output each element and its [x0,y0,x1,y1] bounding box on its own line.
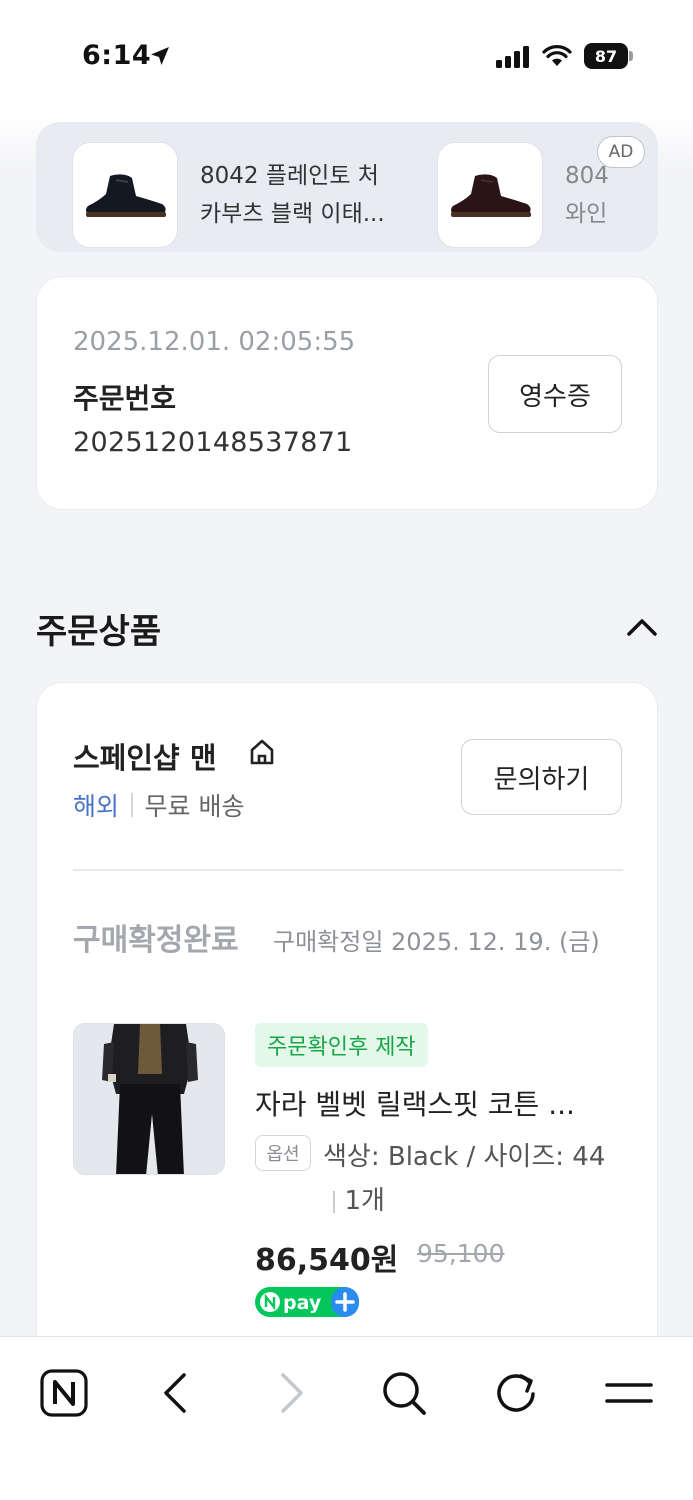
purchase-status: 구매확정완료 [73,923,239,958]
shop-name[interactable]: 스페인샵 맨 [73,735,217,777]
shop-meta: 해외 무료 배송 [73,787,244,823]
home-icon[interactable] [247,737,277,767]
battery-cap [629,51,633,61]
option-badge: 옵션 [255,1135,311,1171]
battery-indicator: 87 [584,43,628,69]
npay-label: pay [283,1292,322,1314]
cellular-signal-icon [496,46,529,68]
order-number: 2025120148537871 [73,427,353,458]
order-info-card: 2025.12.01. 02:05:55 주문번호 20251201485378… [36,276,658,510]
search-button[interactable] [378,1367,430,1419]
bottom-toolbar [0,1336,693,1500]
ad-title[interactable]: 8042 플레인토 처 카부츠 블랙 이태... [200,157,400,233]
chevron-up-icon[interactable] [624,612,660,640]
option-value: 색상: Black / 사이즈: 44 [323,1142,606,1172]
ad-thumbnail [72,142,178,248]
ordered-product-card: 스페인샵 맨 해외 무료 배송 문의하기 구매확정완료 구매확정일 2025. … [36,682,658,1382]
wifi-icon [542,45,572,66]
back-button[interactable] [150,1367,202,1419]
menu-button[interactable] [603,1367,655,1419]
purchase-confirm-date: 구매확정일 2025. 12. 19. (금) [273,928,600,956]
ad-badge[interactable]: AD [597,136,645,168]
order-datetime: 2025.12.01. 02:05:55 [73,327,356,357]
boot-image-icon [451,174,531,217]
back-icon [164,1373,186,1413]
product-photo [74,1024,224,1174]
forward-icon [281,1373,303,1413]
refresh-button[interactable] [490,1367,542,1419]
ad-title[interactable]: 804 와인 [565,157,625,233]
sale-price: 86,540원 [255,1243,399,1278]
ad-item[interactable]: 804 와인 [437,142,625,248]
refresh-icon [497,1374,535,1412]
divider [73,869,623,871]
inquiry-button[interactable]: 문의하기 [461,739,622,815]
ad-carousel[interactable]: 8042 플레인토 처 카부츠 블랙 이태... 804 와인 [36,122,658,252]
status-bar: 6:14 87 [0,0,693,112]
search-icon [383,1372,426,1415]
forward-button[interactable] [265,1367,317,1419]
npay-plus-icon: pay [255,1287,359,1317]
free-shipping-tag: 무료 배송 [144,792,245,821]
option-text: 색상: Black / 사이즈: 44 1개 [323,1135,613,1223]
boot-image-icon [86,174,166,217]
menu-icon [605,1383,653,1403]
option-separator [333,1190,335,1213]
product-name[interactable]: 자라 벨벳 릴랙스핏 코튼 ... [255,1083,615,1123]
abroad-tag: 해외 [73,792,120,821]
original-price: 95,100 [417,1239,505,1268]
made-to-order-tag: 주문확인후 제작 [255,1023,428,1067]
ad-thumbnail [437,142,543,248]
naver-home-button[interactable] [38,1367,90,1419]
product-image[interactable] [73,1023,225,1175]
naver-icon [40,1369,88,1417]
receipt-button[interactable]: 영수증 [488,355,622,433]
section-title: 주문상품 [36,612,162,652]
status-time: 6:14 [82,40,152,71]
quantity: 1개 [344,1186,385,1216]
order-number-label: 주문번호 [73,382,177,415]
ad-item[interactable]: 8042 플레인토 처 카부츠 블랙 이태... [72,142,400,248]
meta-divider [131,793,133,817]
location-arrow-icon [151,47,169,65]
